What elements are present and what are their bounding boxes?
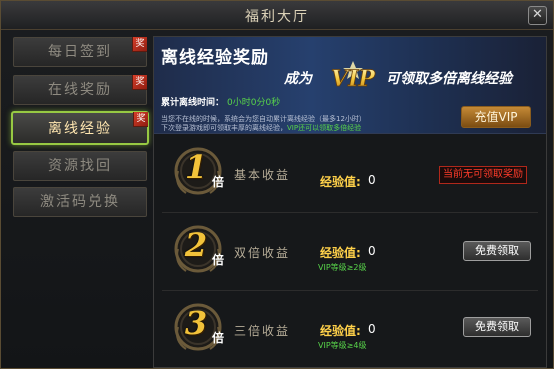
claim-free-button-2x[interactable]: 免费领取	[463, 241, 531, 261]
multiplier-badge: 1 倍	[172, 145, 228, 201]
tab-activation-code[interactable]: 激活码兑换	[13, 187, 147, 217]
exp-label: 经验值:	[320, 175, 361, 189]
row-divider	[162, 290, 538, 291]
exp-label: 经验值:	[320, 324, 361, 338]
tab-label: 离线经验	[48, 121, 112, 137]
claim-free-button-3x[interactable]: 免费领取	[463, 317, 531, 337]
close-button[interactable]: ✕	[528, 6, 547, 25]
reward-name: 基本收益	[234, 168, 291, 182]
multiplier-unit: 倍	[212, 253, 225, 267]
tab-label: 每日签到	[48, 44, 112, 60]
multiplier-unit: 倍	[212, 331, 225, 345]
tab-daily-sign-in[interactable]: 每日签到 奖	[13, 37, 147, 67]
tab-label: 在线奖励	[48, 82, 112, 98]
offline-note-line2: 下次登录游戏即可领取丰厚的离线经验，VIP还可以领取多倍经验	[161, 123, 361, 133]
multiplier-unit: 倍	[212, 175, 225, 189]
multiplier-badge: 2 倍	[172, 223, 228, 279]
reward-row-1x: 1 倍 基本收益 经验值: 0 当前无可领取奖励	[154, 137, 546, 209]
exp-value: 0	[368, 244, 376, 258]
offline-time-label: 累计离线时间：	[161, 98, 225, 108]
row-divider	[162, 212, 538, 213]
offline-exp-panel: 离线经验奖励 成为 VIP 可领取多倍离线经验 累计离线时间： 0小时0分0秒 …	[153, 36, 547, 368]
reward-row-2x: 2 倍 双倍收益 经验值: 0 VIP等级≥2级 免费领取	[154, 215, 546, 287]
vip-requirement: VIP等级≥4级	[318, 341, 367, 350]
vip-requirement: VIP等级≥2级	[318, 263, 367, 272]
offline-note-text: 当您不在线的时候，系统会为您自动累计离线经验（最多12小时）	[161, 115, 366, 123]
reward-name: 双倍收益	[234, 246, 291, 260]
vip-promo-prefix: 成为	[284, 71, 312, 87]
reward-badge-icon: 奖	[132, 37, 147, 52]
welfare-hall-window: 福利大厅 ✕ 每日签到 奖 在线奖励 奖 离线经验 奖 资源找回 激活码兑换 离…	[0, 0, 554, 369]
vip-logo-icon: VIP	[331, 61, 377, 91]
multiplier-number: 1	[184, 148, 208, 186]
offline-time-value: 0小时0分0秒	[227, 98, 281, 108]
multiplier-number: 3	[184, 304, 208, 342]
no-reward-status: 当前无可领取奖励	[439, 166, 527, 184]
vip-logo-text: VIP	[331, 66, 376, 91]
multiplier-number: 2	[184, 226, 208, 264]
reward-row-3x: 3 倍 三倍收益 经验值: 0 VIP等级≥4级 免费领取	[154, 293, 546, 365]
reward-badge-icon: 奖	[133, 112, 148, 127]
offline-note-vip: VIP还可以领取多倍经验	[287, 124, 362, 132]
window-title: 福利大厅	[245, 9, 309, 25]
banner: 离线经验奖励 成为 VIP 可领取多倍离线经验 累计离线时间： 0小时0分0秒 …	[154, 37, 546, 134]
exp-value: 0	[368, 173, 376, 187]
recharge-vip-button[interactable]: 充值VIP	[461, 106, 531, 128]
reward-name: 三倍收益	[234, 324, 291, 338]
title-bar: 福利大厅 ✕	[1, 1, 553, 30]
offline-time: 累计离线时间： 0小时0分0秒	[161, 95, 280, 108]
tab-resource-recovery[interactable]: 资源找回	[13, 151, 147, 181]
offline-note-text: 下次登录游戏即可领取丰厚的离线经验，	[161, 124, 287, 132]
banner-title: 离线经验奖励	[161, 48, 269, 68]
tab-label: 资源找回	[48, 158, 112, 174]
tab-offline-exp[interactable]: 离线经验 奖	[11, 111, 149, 145]
tab-online-reward[interactable]: 在线奖励 奖	[13, 75, 147, 105]
vip-promo-suffix: 可领取多倍离线经验	[386, 71, 512, 87]
exp-label: 经验值:	[320, 246, 361, 260]
reward-badge-icon: 奖	[132, 75, 147, 90]
tab-label: 激活码兑换	[40, 194, 120, 210]
multiplier-badge: 3 倍	[172, 301, 228, 357]
exp-value: 0	[368, 322, 376, 336]
